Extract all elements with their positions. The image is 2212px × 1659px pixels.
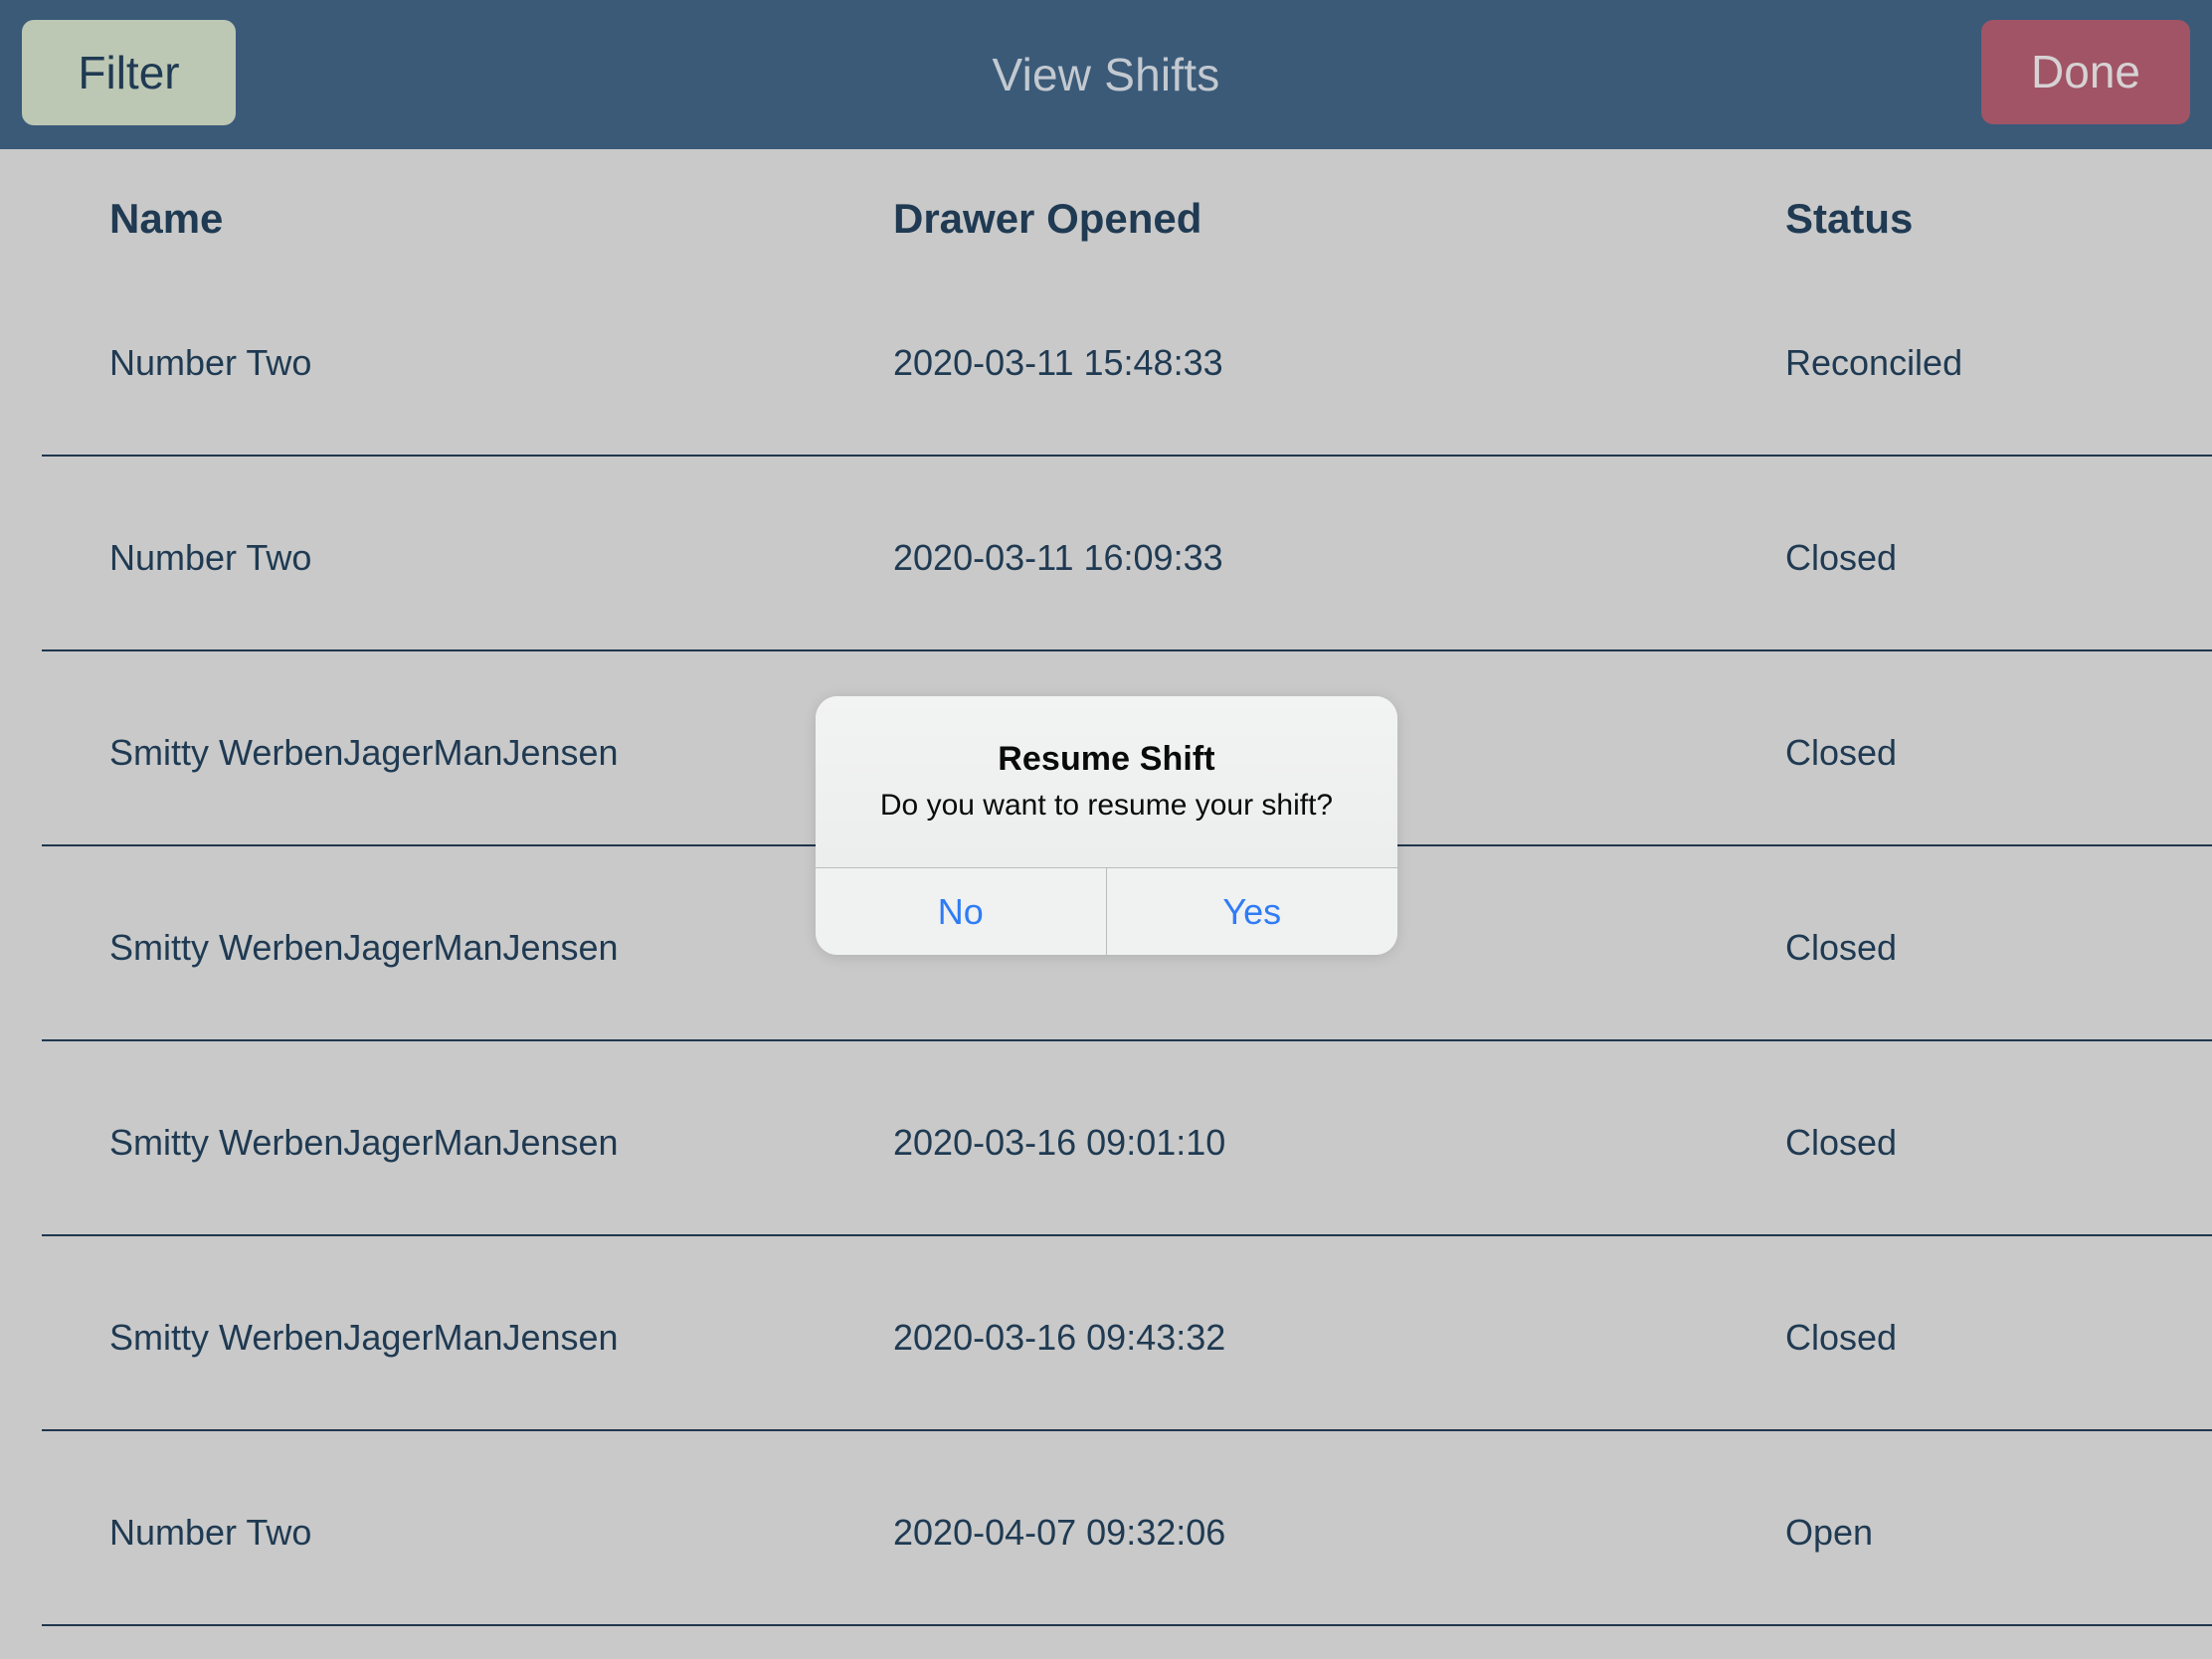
- dialog-yes-button[interactable]: Yes: [1106, 868, 1397, 955]
- cell-status: Closed: [1785, 537, 1898, 578]
- cell-status: Reconciled: [1785, 342, 1963, 383]
- cell-status: Closed: [1785, 1317, 1898, 1358]
- cell-name: Smitty WerbenJagerManJensen: [109, 1317, 619, 1358]
- table-row[interactable]: Number Two 2020-03-11 15:48:33 Reconcile…: [0, 262, 2212, 457]
- cell-drawer-opened: 2020-03-16 09:01:10: [893, 1122, 1226, 1163]
- cell-name: Smitty WerbenJagerManJensen: [109, 1122, 619, 1163]
- table-row[interactable]: Number Two 2020-03-11 16:09:33 Closed: [0, 457, 2212, 651]
- cell-drawer-opened: 2020-03-16 09:43:32: [893, 1317, 1226, 1358]
- column-header-status: Status: [1785, 195, 1914, 242]
- table-header-row: Name Drawer Opened Status: [0, 149, 2212, 262]
- dialog-message: Do you want to resume your shift?: [879, 789, 1334, 822]
- cell-drawer-opened: 2020-04-07 09:32:06: [893, 1512, 1226, 1553]
- dialog-button-bar: No Yes: [816, 867, 1397, 955]
- cell-name: Smitty WerbenJagerManJensen: [109, 732, 619, 773]
- navigation-bar: Filter View Shifts Done: [0, 0, 2212, 149]
- cell-status: Open: [1785, 1512, 1874, 1553]
- cell-name: Number Two: [109, 1512, 312, 1553]
- cell-name: Number Two: [109, 537, 312, 578]
- cell-status: Closed: [1785, 1122, 1898, 1163]
- done-button[interactable]: Done: [1981, 20, 2190, 124]
- dialog-content: Resume Shift Do you want to resume your …: [816, 696, 1397, 867]
- column-header-name: Name: [109, 195, 224, 242]
- table-row[interactable]: Smitty WerbenJagerManJensen 2020-03-16 0…: [0, 1041, 2212, 1236]
- cell-name: Number Two: [109, 342, 312, 383]
- row-divider: [42, 1624, 2212, 1626]
- dialog-no-button[interactable]: No: [816, 868, 1107, 955]
- table-row[interactable]: Smitty WerbenJagerManJensen 2020-03-16 0…: [0, 1236, 2212, 1431]
- table-row[interactable]: Number Two 2020-04-07 09:32:06 Open: [0, 1431, 2212, 1626]
- cell-drawer-opened: 2020-03-11 15:48:33: [893, 342, 1223, 383]
- page-title: View Shifts: [992, 49, 1220, 100]
- cell-name: Smitty WerbenJagerManJensen: [109, 927, 619, 968]
- dialog-title: Resume Shift: [998, 740, 1215, 778]
- cell-status: Closed: [1785, 927, 1898, 968]
- column-header-drawer-opened: Drawer Opened: [893, 195, 1202, 242]
- cell-status: Closed: [1785, 732, 1898, 773]
- resume-shift-dialog: Resume Shift Do you want to resume your …: [816, 696, 1397, 955]
- cell-drawer-opened: 2020-03-11 16:09:33: [893, 537, 1223, 578]
